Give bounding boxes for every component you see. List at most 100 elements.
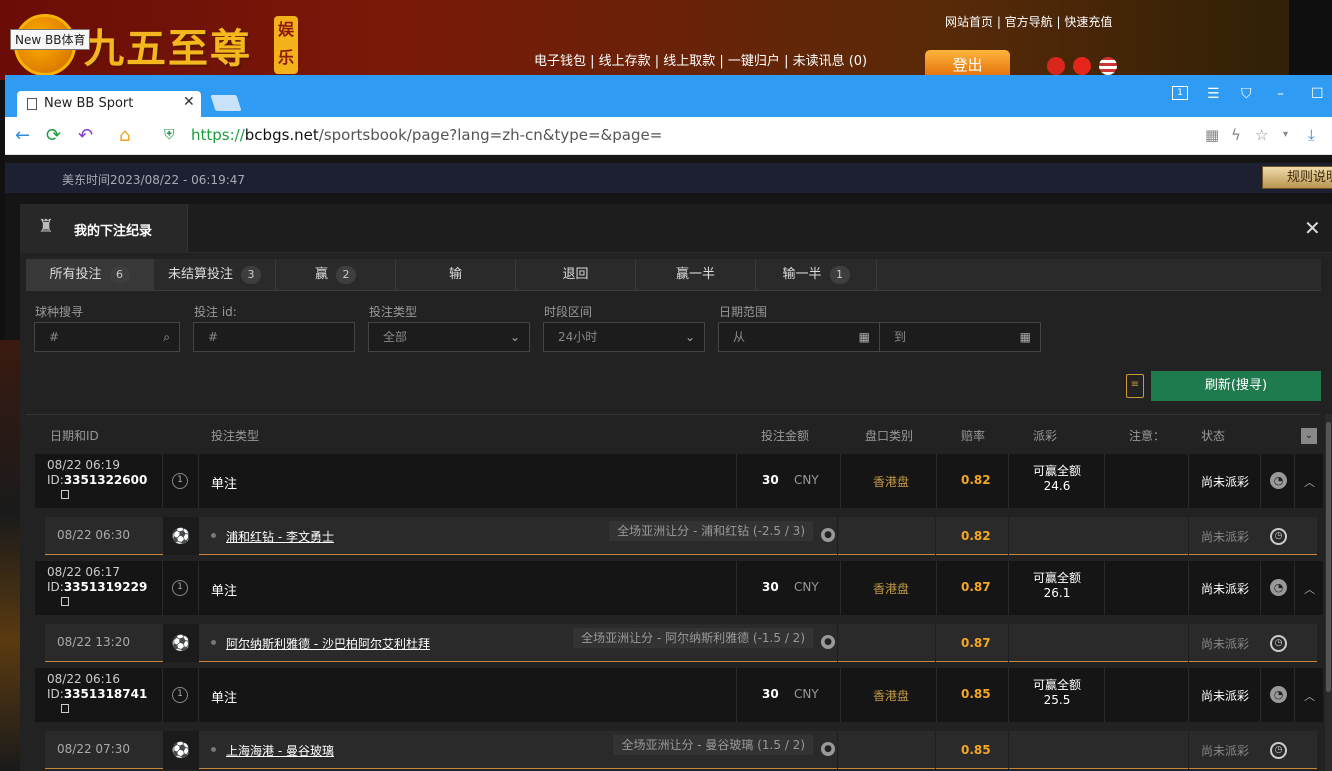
bet-payout: 可赢全额 26.1	[1033, 571, 1081, 601]
cell-note	[1105, 668, 1189, 722]
bet-detail-row[interactable]: 08/22 13:20 ⚽ 阿尔纳斯利雅德 - 沙巴柏阿尔艾利杜拜 全场亚洲让分 - …	[45, 624, 1317, 662]
copy-icon[interactable]	[61, 597, 69, 606]
clock-icon[interactable]: ◔	[1270, 686, 1287, 703]
browser-tab[interactable]: New BB Sport ✕	[17, 91, 201, 118]
dropdown-icon[interactable]: ▾	[1283, 129, 1288, 140]
bet-detail-row[interactable]: 08/22 06:30 ⚽ 浦和红钻 - 李文勇士 全场亚洲让分 - 浦和红钻 (-2…	[45, 517, 1317, 555]
date-to-placeholder: 到	[894, 330, 907, 344]
download-icon[interactable]: ⤓	[1308, 126, 1315, 144]
shirt-icon[interactable]: ⛉	[1241, 86, 1252, 102]
clipboard-icon[interactable]: ≡	[1126, 374, 1144, 398]
col-odds: 赔率	[961, 429, 986, 443]
bet-row[interactable]: 08/22 06:16 ID:3351318741 1 单注 30 CNY 香港盘 0.85 可…	[35, 668, 1323, 722]
date-range-label: 日期范围	[719, 305, 768, 319]
url-input[interactable]: https://bcbgs.net/sportsbook/page?lang=z…	[191, 126, 662, 144]
date-from-placeholder: 从	[733, 330, 746, 344]
tab-close-icon[interactable]: ✕	[183, 94, 195, 110]
scrollbar[interactable]	[1325, 414, 1332, 771]
tab-count: 2	[336, 266, 356, 284]
refresh-search-button[interactable]: 刷新(搜寻)	[1151, 371, 1321, 401]
bet-id-placeholder: #	[208, 330, 219, 344]
copy-icon[interactable]	[61, 490, 69, 499]
sport-search-input[interactable]: # ⌕	[34, 322, 180, 352]
market-label: 全场亚洲让分 - 浦和红钻 (-2.5 / 3)	[609, 521, 813, 541]
back-icon[interactable]: ←	[15, 125, 30, 146]
cell-empty	[838, 731, 936, 769]
period-select[interactable]: 24小时 ⌄	[543, 322, 705, 352]
qr-icon[interactable]: ▦	[1205, 126, 1219, 144]
calendar-icon[interactable]: ▦	[1020, 323, 1031, 351]
clock-outline-icon[interactable]: ◷	[1270, 528, 1287, 545]
col-bet-type: 投注类型	[211, 429, 260, 443]
col-note: 注意：	[1129, 429, 1166, 443]
date-from-input[interactable]: 从 ▦	[718, 322, 880, 352]
cell-type	[199, 668, 737, 722]
undo-icon[interactable]: ↶	[78, 125, 93, 146]
cell-amount	[737, 561, 841, 615]
cn-flag-icon[interactable]	[1073, 57, 1091, 75]
top-links[interactable]: 网站首页 | 官方导航 | 快速充值	[945, 13, 1112, 30]
reload-icon[interactable]: ⟳	[46, 125, 61, 146]
date-to-input[interactable]: 到 ▦	[879, 322, 1041, 352]
menu-icon[interactable]: ☰	[1207, 86, 1220, 102]
tab-all[interactable]: 所有投注 6	[26, 259, 154, 290]
close-icon[interactable]: ✕	[1304, 216, 1321, 240]
side-decoration	[0, 340, 20, 771]
scrollbar-thumb[interactable]	[1326, 422, 1331, 692]
us-flag-icon[interactable]	[1099, 57, 1117, 75]
bet-id-input[interactable]: #	[193, 322, 355, 352]
chevron-down-icon: ⌄	[684, 330, 695, 344]
home-icon[interactable]: ⌂	[119, 125, 130, 146]
match-name-link[interactable]: 阿尔纳斯利雅德 - 沙巴柏阿尔艾利杜拜	[226, 635, 430, 652]
bet-type-label: 投注类型	[369, 305, 418, 319]
copy-icon[interactable]	[61, 704, 69, 713]
clock-icon[interactable]: ◔	[1270, 579, 1287, 596]
rules-button[interactable]: 规则说明	[1262, 166, 1332, 189]
cell-type	[199, 561, 737, 615]
star-icon[interactable]: ☆	[1255, 126, 1268, 144]
collapse-chevron-icon[interactable]: ︿	[1304, 688, 1315, 704]
bet-date: 08/22 06:19	[47, 458, 120, 472]
logo-text: 九五至尊	[84, 25, 252, 72]
collapse-chevron-icon[interactable]: ︿	[1304, 474, 1315, 490]
bet-type-select[interactable]: 全部 ⌄	[368, 322, 530, 352]
expand-all-icon[interactable]: ⌄	[1301, 428, 1317, 444]
lightning-icon[interactable]: ϟ	[1231, 126, 1241, 144]
tab-unsettled[interactable]: 未结算投注 3	[154, 259, 276, 290]
tab-label: 输一半	[782, 267, 822, 282]
tab-win[interactable]: 赢2	[276, 259, 396, 290]
match-name-link[interactable]: 浦和红钻 - 李文勇士	[226, 528, 334, 545]
bet-detail-row[interactable]: 08/22 07:30 ⚽ 上海海港 - 曼谷玻璃 全场亚洲让分 - 曼谷玻璃 (1.…	[45, 731, 1317, 769]
match-time: 08/22 06:30	[57, 528, 130, 542]
payout-label: 可赢全额	[1033, 464, 1082, 478]
person-icon: ●	[821, 528, 835, 542]
clock-outline-icon[interactable]: ◷	[1270, 742, 1287, 759]
bet-row[interactable]: 08/22 06:17 ID:3351319229 1 单注 30 CNY 香港盘 0.87 可…	[35, 561, 1323, 615]
new-tab-button[interactable]	[210, 95, 242, 111]
calendar-icon[interactable]: ▦	[859, 323, 870, 351]
bet-currency: CNY	[794, 687, 819, 701]
detail-status: 尚未派彩	[1201, 530, 1250, 544]
minimize-icon[interactable]: –	[1277, 86, 1284, 102]
clock-outline-icon[interactable]: ◷	[1270, 635, 1287, 652]
tab-half-win[interactable]: 赢一半	[636, 259, 756, 290]
bullet	[211, 640, 216, 645]
maximize-icon[interactable]: ☐	[1311, 86, 1324, 102]
bet-type-value: 全部	[383, 330, 408, 344]
trophy-icon: ♜	[37, 216, 55, 237]
tab-refund[interactable]: 退回	[516, 259, 636, 290]
hk-flag-icon[interactable]	[1047, 57, 1065, 75]
clock-icon[interactable]: ◔	[1270, 472, 1287, 489]
cell-amount	[737, 668, 841, 722]
tab-half-lose[interactable]: 输一半 1	[756, 259, 877, 290]
bet-status: 尚未派彩	[1201, 582, 1250, 596]
tab-count-icon[interactable]: 1	[1172, 86, 1188, 100]
account-nav-links[interactable]: 电子钱包 | 线上存款 | 线上取款 | 一键归户 | 未读讯息 (0)	[534, 50, 867, 69]
match-name-link[interactable]: 上海海港 - 曼谷玻璃	[226, 742, 334, 759]
bet-row[interactable]: 08/22 06:19 ID:3351322600 1 单注 30 CNY 香港盘 0.82 可…	[35, 454, 1323, 508]
bet-history-modal: ♜ 我的下注纪录 ✕ 所有投注 6 未结算投注 3 赢2 输 退回 赢一半 输一半 1…	[20, 204, 1332, 771]
collapse-chevron-icon[interactable]: ︿	[1304, 581, 1315, 597]
logout-button[interactable]: 登出	[925, 50, 1010, 78]
tab-lose[interactable]: 输	[396, 259, 516, 290]
search-icon[interactable]: ⌕	[163, 323, 170, 351]
